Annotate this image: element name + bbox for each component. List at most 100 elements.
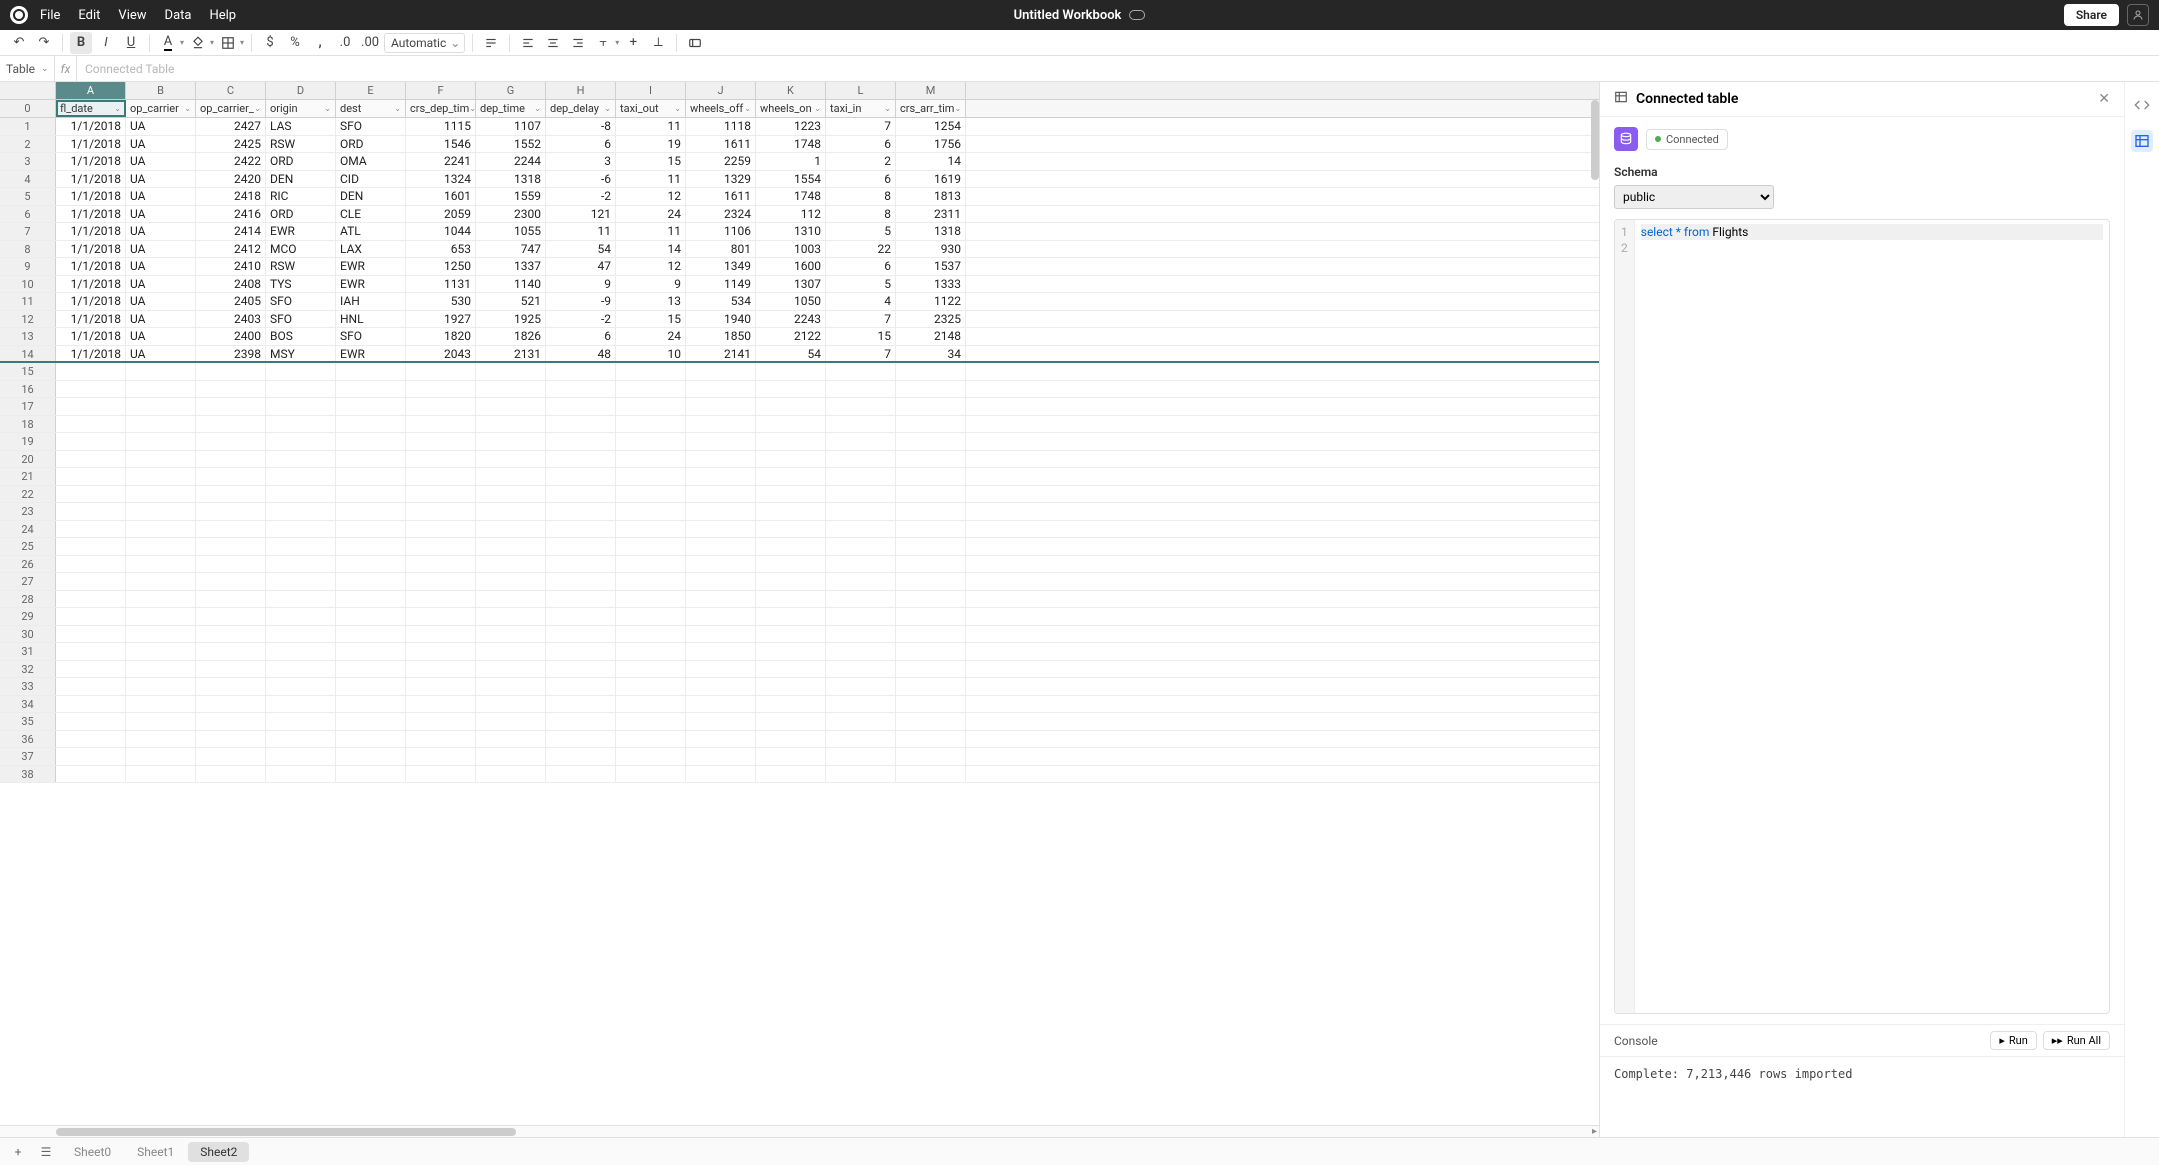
row-header[interactable]: 35 <box>0 713 56 730</box>
cell[interactable] <box>616 748 686 765</box>
cell[interactable] <box>406 468 476 485</box>
cell[interactable] <box>126 766 196 783</box>
cell[interactable]: UA <box>126 293 196 310</box>
cell[interactable]: DEN <box>336 188 406 205</box>
cell[interactable] <box>686 661 756 678</box>
cell[interactable]: 2325 <box>896 311 966 328</box>
cell[interactable] <box>476 503 546 520</box>
cell[interactable] <box>826 591 896 608</box>
cell[interactable] <box>266 766 336 783</box>
cell[interactable] <box>406 678 476 695</box>
cell[interactable]: RIC <box>266 188 336 205</box>
cell[interactable] <box>336 626 406 643</box>
cell[interactable] <box>546 748 616 765</box>
cell[interactable] <box>546 433 616 450</box>
app-logo-icon[interactable] <box>10 6 28 24</box>
field-header-op_carrier[interactable]: op_carrier⌄ <box>126 100 196 117</box>
cell[interactable] <box>126 643 196 660</box>
cell[interactable] <box>56 486 126 503</box>
cell[interactable] <box>896 486 966 503</box>
cell[interactable]: 1813 <box>896 188 966 205</box>
cell[interactable]: 19 <box>616 136 686 153</box>
cell[interactable] <box>56 521 126 538</box>
cell[interactable] <box>546 503 616 520</box>
run-button[interactable]: ▸Run <box>1990 1031 2036 1050</box>
cell[interactable] <box>406 573 476 590</box>
cell[interactable]: 2131 <box>476 346 546 362</box>
cell[interactable] <box>686 678 756 695</box>
cell[interactable] <box>686 468 756 485</box>
cell[interactable]: OMA <box>336 153 406 170</box>
cell[interactable] <box>896 381 966 398</box>
cell[interactable]: 1140 <box>476 276 546 293</box>
valign-mid-button[interactable]: + <box>622 32 644 54</box>
undo-button[interactable]: ↶ <box>8 32 30 54</box>
cell[interactable] <box>826 398 896 415</box>
menu-view[interactable]: View <box>118 8 146 23</box>
cell[interactable] <box>756 748 826 765</box>
cell[interactable]: 15 <box>616 153 686 170</box>
cell[interactable]: 1537 <box>896 258 966 275</box>
cell[interactable]: 2059 <box>406 206 476 223</box>
cell[interactable] <box>826 748 896 765</box>
cell[interactable] <box>476 766 546 783</box>
connection-status-badge[interactable]: Connected <box>1646 129 1728 150</box>
cell[interactable] <box>196 451 266 468</box>
cell[interactable]: 1554 <box>756 171 826 188</box>
underline-button[interactable]: U <box>120 32 142 54</box>
field-header-crs_arr_tim[interactable]: crs_arr_tim⌄ <box>896 100 966 117</box>
cell[interactable]: EWR <box>336 276 406 293</box>
cell[interactable]: 2141 <box>686 346 756 362</box>
cell[interactable]: 1050 <box>756 293 826 310</box>
cell[interactable]: 1/1/2018 <box>56 311 126 328</box>
cell[interactable] <box>546 538 616 555</box>
schema-select[interactable]: public <box>1614 185 1774 209</box>
cell[interactable]: 47 <box>546 258 616 275</box>
cell[interactable] <box>546 416 616 433</box>
row-header[interactable]: 26 <box>0 556 56 573</box>
field-header-dep_time[interactable]: dep_time⌄ <box>476 100 546 117</box>
cell[interactable] <box>196 521 266 538</box>
cell[interactable] <box>616 608 686 625</box>
cell[interactable] <box>616 538 686 555</box>
cell[interactable] <box>756 713 826 730</box>
col-header-D[interactable]: D <box>266 82 336 99</box>
cell[interactable] <box>406 766 476 783</box>
cell[interactable] <box>126 538 196 555</box>
cell[interactable] <box>896 538 966 555</box>
cell[interactable]: 1/1/2018 <box>56 153 126 170</box>
borders-button[interactable] <box>217 32 239 54</box>
close-panel-button[interactable]: ✕ <box>2098 91 2110 107</box>
field-header-dest[interactable]: dest⌄ <box>336 100 406 117</box>
cell[interactable] <box>126 398 196 415</box>
cell[interactable] <box>266 521 336 538</box>
cell[interactable] <box>336 451 406 468</box>
cell[interactable] <box>266 661 336 678</box>
cell[interactable]: 1748 <box>756 188 826 205</box>
cell[interactable] <box>406 626 476 643</box>
cell[interactable] <box>126 363 196 380</box>
cell[interactable]: 1318 <box>476 171 546 188</box>
cell[interactable]: CID <box>336 171 406 188</box>
cell[interactable] <box>56 626 126 643</box>
cell[interactable] <box>406 556 476 573</box>
cell[interactable] <box>196 661 266 678</box>
field-header-taxi_out[interactable]: taxi_out⌄ <box>616 100 686 117</box>
cell[interactable]: 24 <box>616 328 686 345</box>
cell[interactable]: 1149 <box>686 276 756 293</box>
currency-button[interactable]: $ <box>259 32 281 54</box>
cell[interactable]: RSW <box>266 258 336 275</box>
cell[interactable] <box>196 591 266 608</box>
cell[interactable]: 11 <box>616 171 686 188</box>
cell[interactable]: 1559 <box>476 188 546 205</box>
cell[interactable]: 747 <box>476 241 546 258</box>
cell[interactable] <box>896 678 966 695</box>
cell[interactable] <box>756 416 826 433</box>
cell[interactable] <box>126 468 196 485</box>
cell[interactable]: 1/1/2018 <box>56 171 126 188</box>
redo-button[interactable]: ↷ <box>33 32 55 54</box>
cell[interactable]: 1307 <box>756 276 826 293</box>
cell[interactable]: 2259 <box>686 153 756 170</box>
vertical-scrollbar[interactable] <box>1591 100 1599 180</box>
cell[interactable]: UA <box>126 276 196 293</box>
